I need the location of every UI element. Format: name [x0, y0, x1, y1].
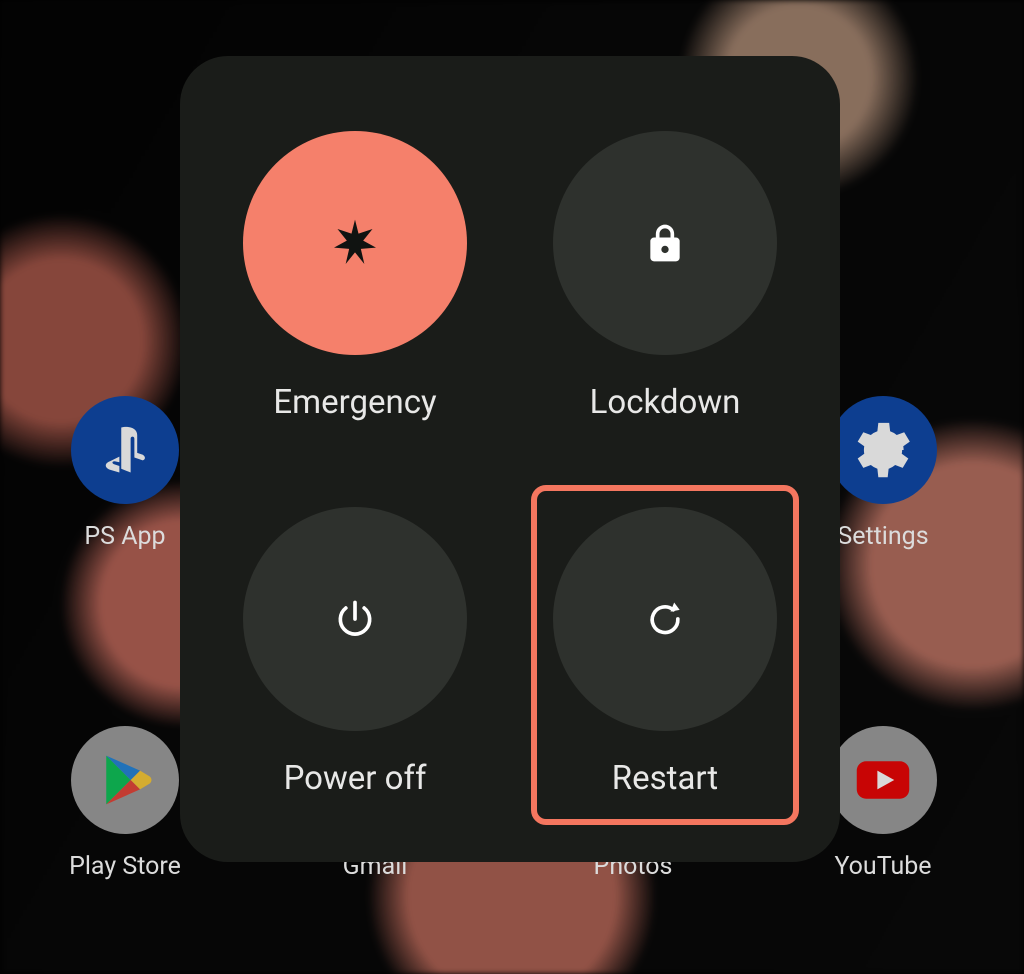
restart-icon [553, 507, 777, 731]
app-label: Play Store [60, 852, 190, 881]
restart-button[interactable]: Restart [534, 488, 796, 822]
lockdown-button[interactable]: Lockdown [534, 112, 796, 446]
play-store-icon [71, 726, 179, 834]
power-item-label: Restart [612, 759, 718, 798]
power-icon [243, 507, 467, 731]
gear-icon [829, 396, 937, 504]
youtube-icon [829, 726, 937, 834]
app-label: PS App [60, 522, 190, 551]
power-menu: Emergency Lockdown Power off Restart [180, 56, 840, 862]
app-label: YouTube [818, 852, 948, 881]
asterisk-icon [243, 131, 467, 355]
playstation-icon [71, 396, 179, 504]
app-ps[interactable]: PS App [60, 396, 190, 551]
emergency-button[interactable]: Emergency [224, 112, 486, 446]
power-item-label: Lockdown [590, 383, 741, 422]
power-item-label: Emergency [273, 383, 436, 422]
power-item-label: Power off [284, 759, 427, 798]
power-off-button[interactable]: Power off [224, 488, 486, 822]
app-play-store[interactable]: Play Store [60, 726, 190, 881]
lock-icon [553, 131, 777, 355]
